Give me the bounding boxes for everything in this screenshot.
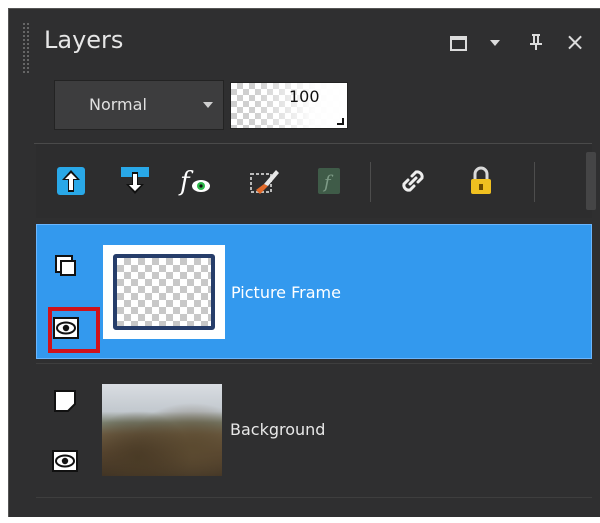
layer-name: Background bbox=[230, 420, 326, 439]
chevron-down-icon bbox=[203, 102, 213, 108]
opacity-field[interactable]: 100 bbox=[230, 82, 348, 129]
visibility-eye-icon[interactable] bbox=[52, 448, 78, 474]
toolbar-overflow-button[interactable] bbox=[586, 152, 596, 210]
lock-layer-icon[interactable] bbox=[464, 164, 498, 198]
visibility-eye-icon[interactable] bbox=[53, 315, 79, 341]
blend-mode-dropdown[interactable]: Normal bbox=[54, 80, 224, 130]
move-layer-down-icon[interactable] bbox=[118, 164, 152, 198]
panel-title: Layers bbox=[44, 26, 124, 54]
raster-layer-icon bbox=[52, 388, 78, 414]
layer-name: Picture Frame bbox=[231, 283, 341, 302]
toolbar-separator bbox=[534, 162, 535, 202]
layer-row-picture-frame[interactable]: Picture Frame bbox=[36, 224, 592, 359]
edit-mask-icon[interactable] bbox=[248, 164, 282, 198]
maximize-icon[interactable] bbox=[450, 36, 467, 51]
layer-row-background[interactable]: Background bbox=[36, 363, 592, 498]
resize-corner-icon bbox=[337, 118, 344, 125]
move-layer-up-icon[interactable] bbox=[54, 164, 88, 198]
layer-style-icon[interactable]: f bbox=[312, 164, 346, 198]
layers-toolbar: f f bbox=[36, 144, 596, 218]
layer-effects-icon[interactable]: f bbox=[178, 164, 212, 198]
svg-text:f: f bbox=[178, 167, 194, 197]
blend-mode-value: Normal bbox=[89, 95, 147, 114]
toolbar-separator bbox=[370, 162, 371, 202]
layer-thumbnail bbox=[103, 245, 225, 339]
vector-layer-icon bbox=[53, 253, 79, 279]
pin-icon[interactable] bbox=[528, 33, 544, 56]
menu-arrow-icon[interactable] bbox=[490, 40, 500, 46]
layer-thumbnail bbox=[102, 384, 222, 476]
close-icon[interactable]: × bbox=[565, 28, 585, 56]
opacity-value: 100 bbox=[289, 87, 320, 106]
link-layers-icon[interactable] bbox=[396, 164, 430, 198]
panel-grip[interactable] bbox=[22, 22, 30, 74]
